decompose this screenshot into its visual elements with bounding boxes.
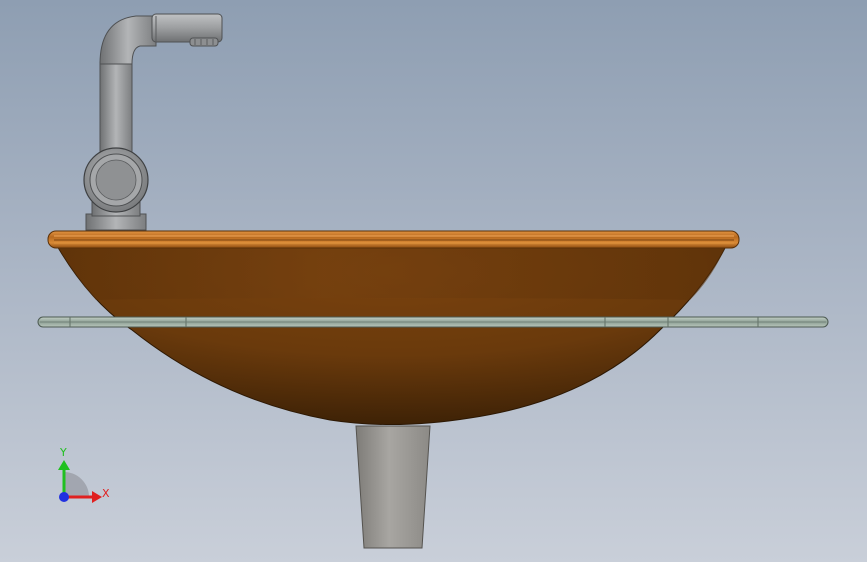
y-axis-arrow [58, 460, 70, 470]
graphics-viewport[interactable]: Y X [0, 0, 867, 562]
x-axis-arrow [92, 491, 102, 503]
z-axis-dot [59, 492, 69, 502]
model-scene[interactable]: Y X [0, 0, 867, 562]
basin-bowl-upper [56, 244, 726, 300]
triad-arc [64, 472, 89, 497]
pedestal[interactable] [355, 425, 431, 549]
glass-shelf[interactable] [37, 316, 829, 328]
faucet-handle-knob[interactable] [83, 147, 149, 213]
basin-rim[interactable] [47, 230, 740, 249]
x-axis-label: X [102, 487, 110, 500]
axis-triad: Y X [58, 446, 110, 503]
y-axis-label: Y [59, 446, 67, 459]
